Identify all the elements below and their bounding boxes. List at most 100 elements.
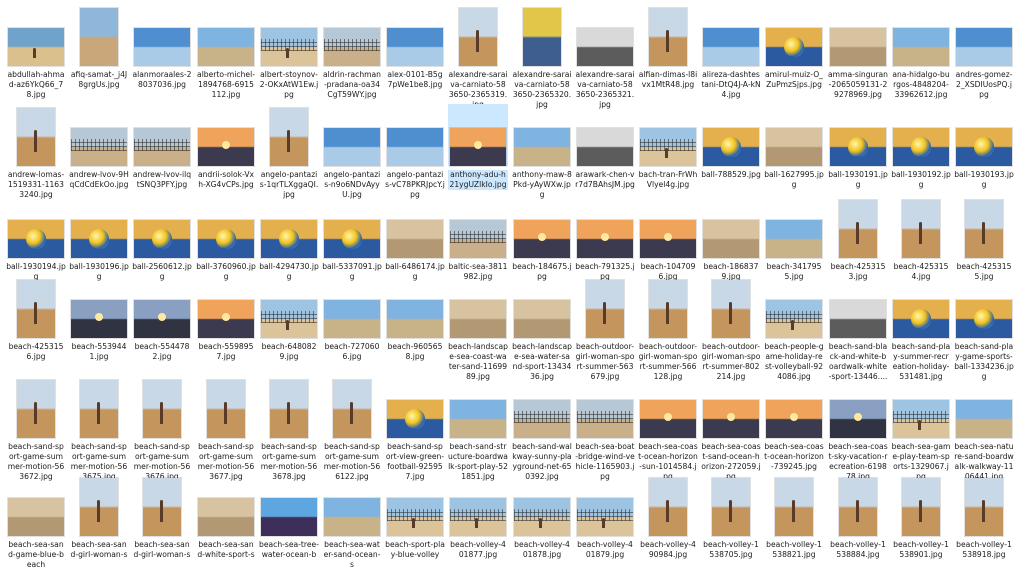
file-item[interactable]: ball-1627995.jpg [764,104,824,190]
file-item[interactable]: angelo-pantazis-1qrTLXggaQI.jpg [259,104,319,200]
file-item[interactable]: beach-sand-sport-game-summer-motion-5636… [259,376,319,482]
file-item[interactable]: aldrin-rachman-pradana-oa34CgT59WY.jpg [322,4,382,100]
file-item[interactable]: beach-sea-coast-ocean-horizon-739245.jpg [764,376,824,472]
file-item[interactable]: alireza-dashtestani-DtQ4J-A-kN4.jpg [701,4,761,100]
file-item[interactable]: beach-4253156.jpg [6,276,66,362]
file-item[interactable]: alex-0101-B5g7pWe1be8.jpg [385,4,445,90]
file-item[interactable]: beach-sand-sport-game-summer-motion-5661… [322,376,382,482]
file-item[interactable]: beach-outdoor-girl-woman-sport-summer-56… [575,276,635,382]
file-item[interactable]: alfian-dimas-l8ivx1MtR48.jpg [638,4,698,90]
file-item[interactable]: beach-5539441.jpg [69,276,129,362]
file-item[interactable]: beach-sand-sport-game-summer-motion-5636… [196,376,256,482]
file-item[interactable]: angelo-pantazis-n9o6NDvAyyU.jpg [322,104,382,200]
file-item[interactable]: ball-788529.jpg [701,104,761,180]
file-item[interactable]: beach-sea-sand-game-blue-beach [6,474,66,570]
file-item[interactable]: beach-sea-water-sand-ocean-s [322,474,382,570]
file-item[interactable]: beach-sand-sport-view-green-football-925… [385,376,445,482]
file-item[interactable]: ball-3760960.jpg [196,196,256,282]
file-item[interactable]: beach-sea-sand-girl-woman-s [69,474,129,560]
file-item[interactable]: beach-7270606.jpg [322,276,382,362]
file-item[interactable]: arawark-chen-vr7d7BAhsJM.jpg [575,104,635,190]
file-item[interactable]: beach-184675.jpg [512,196,572,282]
file-name-label: beach-sea-sand-white-sport-s [197,540,255,559]
file-item[interactable]: ball-1930196.jpg [69,196,129,282]
file-item[interactable]: alexandre-saraiva-carniato-583650-236531… [448,4,508,110]
file-item[interactable]: alberto-michel-1894768-6915112.jpg [196,4,256,100]
file-item[interactable]: beach-4253153.jpg [828,196,888,282]
file-item[interactable]: amma-singuran-2065059131-29278969.jpg [828,4,888,100]
file-item[interactable]: andrew-lomas-1519331-11633240.jpg [6,104,66,200]
file-item[interactable]: beach-sand-structure-boardwalk-sport-pla… [448,376,508,482]
file-item[interactable]: beach-volley-1538705.jpg [701,474,761,560]
file-item[interactable]: andrew-lvov-9HqCdCdEkOo.jpg [69,104,129,190]
file-item[interactable]: beach-sea-coast-ocean-horizon-sun-101458… [638,376,698,482]
file-item[interactable]: bach-tran-FrWhVlyel4g.jpg [638,104,698,190]
file-item[interactable]: beach-volley-1538918.jpg [954,474,1014,560]
file-item[interactable]: ball-1930192.jpg [891,104,951,190]
file-item[interactable]: beach-sand-walkway-sunny-playground-net-… [512,376,572,482]
thumbnail-frame [512,4,572,66]
file-item[interactable]: andres-gomez-2_XSDIUosPQ.jpg [954,4,1014,100]
file-item[interactable]: beach-1047096.jpg [638,196,698,282]
file-item[interactable]: beach-6480829.jpg [259,276,319,362]
file-item[interactable]: ball-4294730.jpg [259,196,319,282]
file-item[interactable]: beach-5544782.jpg [132,276,192,362]
file-item[interactable]: ball-5337091.jpg [322,196,382,282]
file-item[interactable]: ball-1930191.jpg [828,104,888,190]
file-item[interactable]: beach-volley-1538821.jpg [764,474,824,560]
file-item[interactable]: beach-volley-401877.jpg [448,474,508,560]
file-item[interactable]: beach-sea-coast-sand-ocean-horizon-27205… [701,376,761,482]
file-item[interactable]: beach-sand-sport-game-summer-motion-5636… [6,376,66,482]
file-item[interactable]: ball-2560612.jpg [132,196,192,282]
file-item[interactable]: beach-sea-coast-sky-vacation-recreation-… [828,376,888,482]
file-item[interactable]: andrii-solok-Vxh-XG4vCPs.jpg [196,104,256,190]
file-item[interactable]: ball-6486174.jpg [385,196,445,282]
file-item[interactable]: beach-sand-black-and-white-boardwalk-whi… [828,276,888,382]
file-item[interactable]: beach-outdoor-girl-woman-sport-summer-56… [638,276,698,382]
file-item[interactable]: beach-volley-490984.jpg [638,474,698,560]
file-item[interactable]: andrew-lvov-ilqtSNQ3PFY.jpg [132,104,192,190]
file-item[interactable]: ball-1930193.jpg [954,104,1014,190]
file-item[interactable]: ball-1930194.jpg [6,196,66,282]
file-item[interactable]: baltic-sea-3811982.jpg [448,196,508,282]
file-item[interactable]: beach-volley-1538901.jpg [891,474,951,560]
file-item[interactable]: beach-volley-1538884.jpg [828,474,888,560]
thumbnail-frame [891,4,951,66]
file-item[interactable]: anthony-maw-8Pkd-yAyWXw.jpg [512,104,572,200]
file-item[interactable]: beach-sand-play-game-sports-ball-1334236… [954,276,1014,382]
file-item[interactable]: beach-people-game-holiday-rest-volleybal… [764,276,824,382]
file-item[interactable]: beach-outdoor-girl-woman-sport-summer-80… [701,276,761,382]
file-item[interactable]: albert-stoynov-2-OKxAtW1Ew.jpg [259,4,319,100]
file-item[interactable]: anthony-adu-h21ygUZlkIo.jpg [448,104,508,190]
file-item[interactable]: beach-sea-sand-white-sport-s [196,474,256,560]
file-item[interactable]: beach-sea-nature-sand-boardwalk-walkway-… [954,376,1014,482]
file-item[interactable]: beach-4253155.jpg [954,196,1014,282]
file-item[interactable]: amirul-muiz-O_ZuPmzSjps.jpg [764,4,824,90]
file-item[interactable]: alexandre-saraiva-carniato-583650-236532… [512,4,572,110]
file-item[interactable]: alexandre-saraiva-carniato-583650-236532… [575,4,635,110]
file-item[interactable]: beach-sand-play-summer-recreation-holida… [891,276,951,382]
file-item[interactable]: beach-sand-sport-game-summer-motion-5636… [69,376,129,482]
file-item[interactable]: beach-5598957.jpg [196,276,256,362]
file-item[interactable]: afiq-samat-_j4J8grgUs.jpg [69,4,129,90]
file-item[interactable]: beach-volley-401879.jpg [575,474,635,560]
file-item[interactable]: beach-sea-game-play-team-sports-1329067.… [891,376,951,482]
file-item[interactable]: beach-volley-401878.jpg [512,474,572,560]
file-item[interactable]: beach-landscape-sea-water-sand-sport-134… [512,276,572,382]
file-item[interactable]: beach-4253154.jpg [891,196,951,282]
file-item[interactable]: beach-landscape-sea-coast-water-sand-116… [448,276,508,382]
file-item[interactable]: ana-hidalgo-burgos-4848204-33962612.jpg [891,4,951,100]
file-item[interactable]: beach-sea-sand-girl-woman-s [132,474,192,560]
file-item[interactable]: beach-791325.jpg [575,196,635,282]
image-thumbnail [270,380,308,438]
file-item[interactable]: beach-sport-play-blue-volley [385,474,445,560]
file-item[interactable]: beach-9605658.jpg [385,276,445,362]
file-item[interactable]: abdullah-ahmad-az6YkQ66_78.jpg [6,4,66,100]
file-item[interactable]: beach-sea-tree-water-ocean-b [259,474,319,560]
file-item[interactable]: beach-sand-sport-game-summer-motion-5636… [132,376,192,482]
file-item[interactable]: beach-sea-boat-bridge-wind-vehicle-11659… [575,376,635,482]
file-item[interactable]: alanmoraales-28037036.jpg [132,4,192,90]
file-item[interactable]: beach-1868379.jpg [701,196,761,282]
file-item[interactable]: angelo-pantazis-vC78PKRJpcY.jpg [385,104,445,200]
file-item[interactable]: beach-3417955.jpg [764,196,824,282]
